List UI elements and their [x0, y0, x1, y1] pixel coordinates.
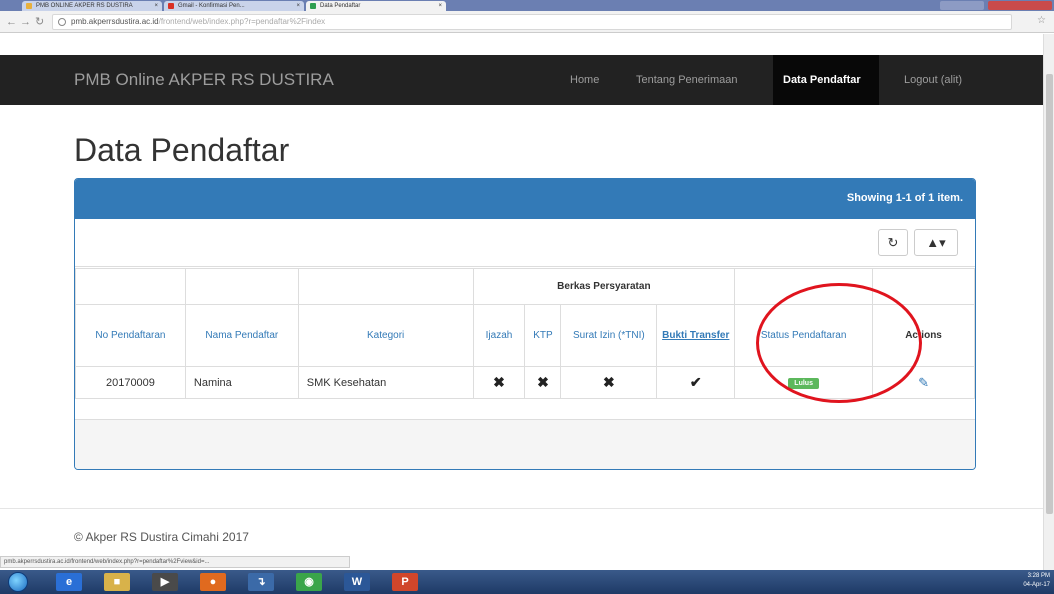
clock-date: 04-Apr-17 — [1023, 582, 1050, 588]
app-icon[interactable]: ↴ — [248, 573, 274, 591]
col-nama-pendaftar[interactable]: Nama Pendaftar — [184, 304, 299, 367]
tab-label: Gmail - Konfirmasi Pen... — [178, 3, 245, 9]
browser-tab[interactable]: PMB ONLINE AKPER RS DUSTIRA × — [22, 1, 162, 11]
nav-logout[interactable]: Logout (alit) — [894, 55, 972, 105]
cell-kategori: SMK Kesehatan — [297, 366, 474, 399]
page-title: Data Pendaftar — [74, 132, 290, 168]
forward-icon[interactable]: → — [20, 15, 31, 29]
cross-icon: ✖ — [493, 374, 505, 390]
system-tray[interactable]: 3:28 PM 04-Apr-17 — [990, 572, 1050, 592]
nav-tentang-penerimaan[interactable]: Tentang Penerimaan — [626, 55, 748, 105]
nav-home[interactable]: Home — [560, 55, 609, 105]
back-icon[interactable]: ← — [6, 15, 17, 29]
url-host: pmb.akperrsdustira.ac.id — [71, 17, 159, 26]
clock-time: 3:28 PM — [1027, 573, 1050, 579]
check-icon: ✔ — [689, 374, 702, 390]
grid-toolbar: ↻ ▲▾ — [75, 219, 975, 267]
close-tab-icon[interactable]: × — [296, 1, 300, 11]
pencil-icon[interactable]: ✎ — [918, 375, 929, 390]
cell-no: 20170009 — [75, 366, 186, 399]
window-user-badge — [940, 1, 984, 10]
start-button[interactable] — [8, 572, 28, 592]
grid-footer — [75, 419, 975, 469]
browser-status-url: pmb.akperrsdustira.ac.id/frontend/web/in… — [0, 556, 350, 568]
url-path: /frontend/web/index.php?r=pendaftar%2Fin… — [158, 17, 326, 26]
page-scrollbar[interactable] — [1043, 34, 1054, 570]
favicon-icon — [26, 3, 32, 9]
col-ktp[interactable]: KTP — [524, 304, 562, 367]
header-spacer — [75, 268, 186, 305]
ie-icon[interactable]: e — [56, 573, 82, 591]
refresh-icon[interactable]: ↻ — [878, 229, 908, 256]
brand-link[interactable]: PMB Online AKPER RS DUSTIRA — [74, 70, 334, 90]
powerpoint-icon[interactable]: P — [392, 573, 418, 591]
annotation-circle — [756, 283, 922, 403]
address-bar: ← → ↻ pmb.akperrsdustira.ac.id/frontend/… — [0, 11, 1054, 33]
header-spacer — [184, 268, 299, 305]
browser-tab-active[interactable]: Data Pendaftar × — [306, 1, 446, 11]
col-kategori[interactable]: Kategori — [297, 304, 474, 367]
col-surat-izin[interactable]: Surat Izin (*TNI) — [560, 304, 658, 367]
info-icon — [58, 18, 66, 26]
grid-header: Showing 1-1 of 1 item. — [75, 179, 975, 219]
word-icon[interactable]: W — [344, 573, 370, 591]
scrollbar-thumb[interactable] — [1046, 74, 1053, 514]
firefox-icon[interactable]: ● — [200, 573, 226, 591]
reload-icon[interactable]: ↻ — [35, 15, 44, 29]
browser-tab[interactable]: Gmail - Konfirmasi Pen... × — [164, 1, 304, 11]
footer-text: © Akper RS Dustira Cimahi 2017 — [74, 530, 249, 544]
close-tab-icon[interactable]: × — [154, 1, 158, 11]
col-no-pendaftaran[interactable]: No Pendaftaran — [75, 304, 186, 367]
cell-nama: Namina — [184, 366, 299, 399]
col-bukti-transfer[interactable]: Bukti Transfer — [656, 304, 736, 367]
tab-label: Data Pendaftar — [320, 3, 361, 9]
grid-summary: Showing 1-1 of 1 item. — [846, 192, 963, 204]
folder-icon[interactable]: ■ — [104, 573, 130, 591]
chrome-icon[interactable]: ◉ — [296, 573, 322, 591]
header-spacer — [297, 268, 474, 305]
berkas-persyaratan-header: Berkas Persyaratan — [472, 268, 736, 305]
top-navbar: PMB Online AKPER RS DUSTIRA Home Tentang… — [0, 55, 1043, 105]
close-tab-icon[interactable]: × — [438, 1, 442, 11]
windows-taskbar: e ■ ▶ ● ↴ ◉ W P 3:28 PM 04-Apr-17 — [0, 570, 1054, 594]
tab-label: PMB ONLINE AKPER RS DUSTIRA — [36, 3, 133, 9]
bookmark-star-icon[interactable]: ☆ — [1037, 15, 1046, 26]
media-player-icon[interactable]: ▶ — [152, 573, 178, 591]
export-icon[interactable]: ▲▾ — [914, 229, 958, 256]
cross-icon: ✖ — [603, 374, 615, 390]
window-controls[interactable] — [988, 1, 1052, 10]
favicon-icon — [310, 3, 316, 9]
nav-data-pendaftar[interactable]: Data Pendaftar — [773, 55, 879, 105]
col-ijazah[interactable]: Ijazah — [472, 304, 526, 367]
url-input[interactable]: pmb.akperrsdustira.ac.id/frontend/web/in… — [52, 14, 1012, 30]
cross-icon: ✖ — [537, 374, 549, 390]
footer-divider — [0, 508, 1043, 509]
gmail-icon — [168, 3, 174, 9]
browser-tab-strip: PMB ONLINE AKPER RS DUSTIRA × Gmail - Ko… — [0, 0, 1054, 11]
